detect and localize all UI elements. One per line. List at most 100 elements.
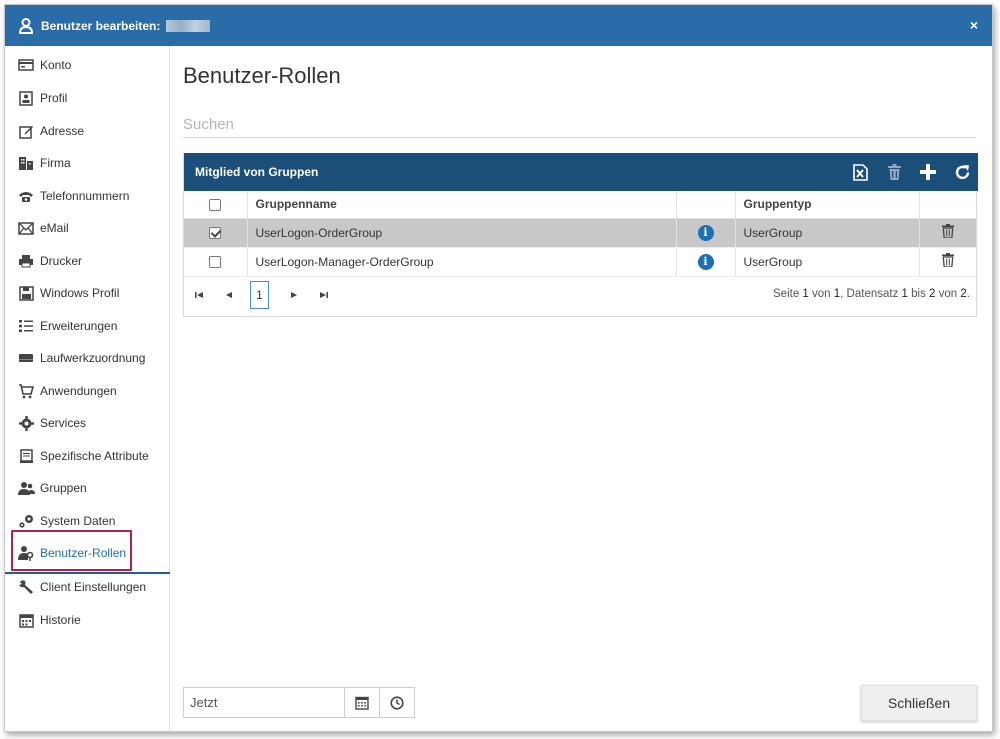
dialog-titlebar: Benutzer bearbeiten: × <box>5 5 992 46</box>
grid-title: Mitglied von Gruppen <box>195 165 319 179</box>
users-icon <box>17 479 35 497</box>
excel-export-icon[interactable] <box>849 162 871 182</box>
sidebar-item-label: Windows Profil <box>40 286 120 300</box>
sidebar-item-label: Profil <box>40 91 68 105</box>
column-header-actions <box>919 191 976 219</box>
building-icon <box>17 154 35 172</box>
column-header-gruppentyp[interactable]: Gruppentyp <box>735 191 920 219</box>
info-icon[interactable]: i <box>697 224 714 241</box>
sidebar-item-email[interactable]: eMail <box>5 212 170 244</box>
sidebar-item-services[interactable]: Services <box>5 407 170 439</box>
calendar-icon[interactable] <box>344 688 379 717</box>
row-checkbox[interactable] <box>209 227 222 240</box>
sidebar-item-label: Drucker <box>40 254 83 268</box>
sidebar: Konto Profil Adresse Firma Telefonnummer… <box>5 46 170 731</box>
card-icon <box>17 56 35 74</box>
sidebar-item-windows-profil[interactable]: Windows Profil <box>5 277 170 309</box>
user-icon <box>19 17 35 34</box>
clock-icon[interactable] <box>379 688 414 717</box>
select-all-cell <box>184 191 248 219</box>
page-title: Benutzer-Rollen <box>183 63 341 88</box>
sidebar-item-label: Client Einstellungen <box>40 580 147 594</box>
cogs-icon <box>17 512 35 530</box>
sidebar-item-label: Erweiterungen <box>40 319 118 333</box>
sidebar-item-adresse[interactable]: Adresse <box>5 115 170 147</box>
highlight-frame <box>11 530 132 571</box>
next-page-icon[interactable] <box>279 285 309 305</box>
sidebar-item-konto[interactable]: Konto <box>5 49 170 81</box>
sidebar-item-telefonnummern[interactable]: Telefonnummern <box>5 180 170 212</box>
pager-info: Seite 1 von 1, Datensatz 1 bis 2 von 2. <box>773 288 970 300</box>
column-header-gruppenname[interactable]: Gruppenname <box>247 191 677 219</box>
trash-icon[interactable] <box>941 224 954 241</box>
sidebar-item-erweiterungen[interactable]: Erweiterungen <box>5 310 170 342</box>
delete-icon[interactable] <box>883 162 905 182</box>
sidebar-item-label: Konto <box>40 58 72 72</box>
drive-icon <box>17 349 35 367</box>
date-field: Jetzt <box>183 687 415 718</box>
wrench-icon <box>17 578 35 596</box>
row-select-cell <box>184 247 248 277</box>
phone-icon <box>17 187 35 205</box>
sidebar-item-historie[interactable]: Historie <box>5 604 170 636</box>
dialog-title: Benutzer bearbeiten: <box>41 18 161 33</box>
close-button[interactable]: Schließen <box>861 685 977 721</box>
info-icon[interactable]: i <box>697 253 714 270</box>
cart-icon <box>17 382 35 400</box>
printer-icon <box>17 252 35 270</box>
sidebar-item-label: Anwendungen <box>40 384 117 398</box>
list-icon <box>17 317 35 335</box>
sidebar-item-laufwerkzuordnung[interactable]: Laufwerkzuordnung <box>5 342 170 374</box>
grid-toolbar: Mitglied von Gruppen <box>184 153 978 191</box>
redacted-username <box>166 19 211 32</box>
group-type: UserGroup <box>735 218 920 248</box>
trash-icon[interactable] <box>941 253 954 270</box>
sidebar-item-profil[interactable]: Profil <box>5 82 170 114</box>
sidebar-item-label: Adresse <box>40 124 85 138</box>
search-input[interactable] <box>183 110 976 138</box>
sidebar-item-spezifische-attribute[interactable]: Spezifische Attribute <box>5 440 170 472</box>
document-icon <box>17 447 35 465</box>
last-page-icon[interactable] <box>309 285 339 305</box>
edit-icon <box>17 122 35 140</box>
page-number[interactable]: 1 <box>250 281 269 309</box>
refresh-icon[interactable] <box>951 162 973 182</box>
groups-grid: Mitglied von Gruppen Gruppenname Gruppen… <box>183 153 978 317</box>
table-row[interactable]: UserLogon-OrderGroup i UserGroup <box>184 218 976 248</box>
sidebar-item-anwendungen[interactable]: Anwendungen <box>5 375 170 407</box>
prev-page-icon[interactable] <box>214 285 244 305</box>
action-cell <box>919 218 976 248</box>
sidebar-item-label: Services <box>40 416 87 430</box>
group-name: UserLogon-OrderGroup <box>247 218 677 248</box>
calendar-icon <box>17 611 35 629</box>
row-checkbox[interactable] <box>209 256 222 269</box>
info-cell: i <box>676 218 736 248</box>
sidebar-item-label: Historie <box>40 613 81 627</box>
group-name: UserLogon-Manager-OrderGroup <box>247 247 677 277</box>
sidebar-item-drucker[interactable]: Drucker <box>5 245 170 277</box>
sidebar-item-firma[interactable]: Firma <box>5 147 170 179</box>
pager: 1 Seite 1 von 1, Datensatz 1 bis 2 von 2… <box>184 275 976 315</box>
floppy-icon <box>17 284 35 302</box>
select-all-checkbox[interactable] <box>209 199 222 212</box>
sidebar-item-label: Spezifische Attribute <box>40 449 149 463</box>
column-header-info <box>676 191 736 219</box>
action-cell <box>919 247 976 277</box>
table-row[interactable]: UserLogon-Manager-OrderGroup i UserGroup <box>184 247 976 277</box>
sidebar-item-label: System Daten <box>40 514 116 528</box>
sidebar-item-client-einstellungen[interactable]: Client Einstellungen <box>5 571 170 603</box>
mail-icon <box>17 219 35 237</box>
first-page-icon[interactable] <box>184 285 214 305</box>
row-select-cell <box>184 218 248 248</box>
edit-user-dialog: Benutzer bearbeiten: × Konto Profil Adre… <box>4 4 993 732</box>
gear-icon <box>17 414 35 432</box>
sidebar-item-label: Telefonnummern <box>40 189 130 203</box>
add-icon[interactable] <box>917 162 939 182</box>
close-icon[interactable]: × <box>970 17 978 33</box>
sidebar-item-label: Gruppen <box>40 481 87 495</box>
date-input[interactable]: Jetzt <box>184 695 344 710</box>
table-header-row: Gruppenname Gruppentyp <box>184 191 976 219</box>
id-badge-icon <box>17 89 35 107</box>
groups-table: Gruppenname Gruppentyp UserLogon-OrderGr… <box>184 191 976 277</box>
sidebar-item-gruppen[interactable]: Gruppen <box>5 472 170 504</box>
